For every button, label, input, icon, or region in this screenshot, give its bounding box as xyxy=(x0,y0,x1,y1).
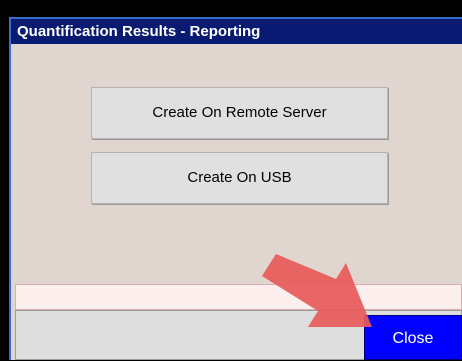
create-on-usb-button[interactable]: Create On USB xyxy=(91,152,388,204)
reporting-dialog: Quantification Results - Reporting Creat… xyxy=(9,17,462,360)
dialog-title: Quantification Results - Reporting xyxy=(11,19,462,44)
close-button[interactable]: Close xyxy=(364,315,462,360)
create-on-remote-server-button[interactable]: Create On Remote Server xyxy=(91,87,388,139)
status-message-bar xyxy=(15,284,462,310)
screen-background: Quantification Results - Reporting Creat… xyxy=(0,0,462,360)
